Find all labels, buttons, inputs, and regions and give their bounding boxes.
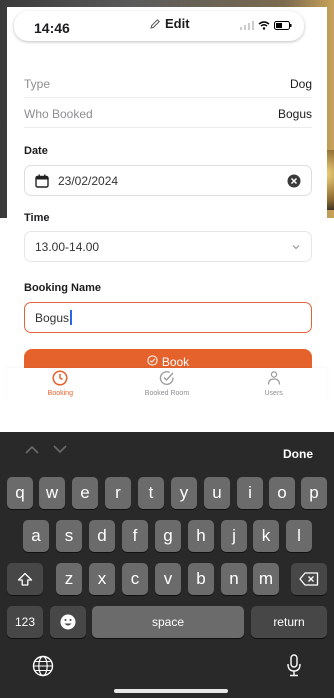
status-time: 14:46 xyxy=(34,20,70,36)
key-s[interactable]: s xyxy=(56,520,82,552)
keyboard-toolbar: Done xyxy=(0,432,334,474)
key-i[interactable]: i xyxy=(237,477,263,509)
backspace-icon xyxy=(299,572,319,586)
tab-booked-room-label: Booked Room xyxy=(144,390,190,397)
divider xyxy=(24,97,312,98)
key-t[interactable]: t xyxy=(138,477,164,509)
key-u[interactable]: u xyxy=(204,477,230,509)
chevron-up-icon[interactable] xyxy=(25,445,39,454)
user-icon xyxy=(267,371,280,385)
key-d[interactable]: d xyxy=(89,520,115,552)
time-label: Time xyxy=(24,212,50,224)
battery-icon xyxy=(274,21,292,30)
key-y[interactable]: y xyxy=(171,477,197,509)
key-f[interactable]: f xyxy=(122,520,148,552)
globe-icon[interactable] xyxy=(32,655,54,677)
field-navigation xyxy=(25,445,67,454)
emoji-key[interactable] xyxy=(50,606,86,638)
booking-name-value: Bogus xyxy=(35,310,70,325)
key-a[interactable]: a xyxy=(23,520,49,552)
booking-name-input[interactable]: Bogus xyxy=(24,302,312,333)
book-button[interactable]: Book xyxy=(24,349,312,369)
wifi-icon xyxy=(258,21,270,30)
clock-icon xyxy=(52,370,68,386)
key-h[interactable]: h xyxy=(188,520,214,552)
space-key[interactable]: space xyxy=(92,606,244,638)
key-e[interactable]: e xyxy=(72,477,98,509)
key-p[interactable]: p xyxy=(301,477,327,509)
time-select[interactable]: 13.00-14.00 xyxy=(24,231,312,262)
system-icons xyxy=(240,21,292,30)
edit-title-label: Edit xyxy=(165,16,190,31)
key-c[interactable]: c xyxy=(122,563,148,595)
tab-bar: Booking Booked Room Users xyxy=(7,368,327,404)
chevron-down-icon[interactable] xyxy=(53,445,67,454)
key-j[interactable]: j xyxy=(221,520,247,552)
date-value: 23/02/2024 xyxy=(58,173,119,188)
tab-booking-label: Booking xyxy=(47,390,73,397)
tab-booking[interactable]: Booking xyxy=(15,368,105,404)
check-circle-icon xyxy=(147,355,158,366)
tab-booked-room[interactable]: Booked Room xyxy=(122,368,212,404)
pencil-icon xyxy=(150,18,160,29)
key-m[interactable]: m xyxy=(253,563,279,595)
book-button-label: Book xyxy=(161,355,190,369)
key-x[interactable]: x xyxy=(89,563,115,595)
return-key[interactable]: return xyxy=(251,606,327,638)
emoji-icon xyxy=(60,614,76,630)
status-bar: 14:46 Edit xyxy=(14,11,304,41)
date-label: Date xyxy=(24,145,48,157)
text-cursor xyxy=(70,310,72,325)
check-circle-icon xyxy=(159,371,174,385)
key-q[interactable]: q xyxy=(7,477,33,509)
keyboard: Done q w e r t y u i o p a s d f g h j k… xyxy=(0,432,334,698)
chevron-down-icon xyxy=(292,244,300,249)
calendar-icon xyxy=(35,174,49,188)
key-o[interactable]: o xyxy=(269,477,295,509)
booking-name-label: Booking Name xyxy=(24,282,102,294)
time-value: 13.00-14.00 xyxy=(35,239,100,254)
shift-key[interactable] xyxy=(7,563,43,595)
numbers-key[interactable]: 123 xyxy=(7,606,43,638)
key-k[interactable]: k xyxy=(253,520,279,552)
home-indicator xyxy=(114,689,228,693)
key-w[interactable]: w xyxy=(39,477,65,509)
signal-icon xyxy=(240,21,254,30)
clear-icon[interactable] xyxy=(287,174,301,188)
key-g[interactable]: g xyxy=(155,520,181,552)
edit-title: Edit xyxy=(149,16,190,31)
key-r[interactable]: r xyxy=(105,477,131,509)
shift-icon xyxy=(17,572,33,586)
tab-users[interactable]: Users xyxy=(229,368,319,404)
edit-sheet xyxy=(7,7,327,402)
divider xyxy=(24,127,312,128)
key-n[interactable]: n xyxy=(221,563,247,595)
key-l[interactable]: l xyxy=(286,520,312,552)
key-v[interactable]: v xyxy=(155,563,181,595)
key-b[interactable]: b xyxy=(188,563,214,595)
key-z[interactable]: z xyxy=(56,563,82,595)
backspace-key[interactable] xyxy=(291,563,327,595)
done-button[interactable]: Done xyxy=(283,447,313,461)
microphone-icon[interactable] xyxy=(286,654,302,678)
date-field[interactable]: 23/02/2024 xyxy=(24,165,312,196)
tab-users-label: Users xyxy=(264,390,283,397)
